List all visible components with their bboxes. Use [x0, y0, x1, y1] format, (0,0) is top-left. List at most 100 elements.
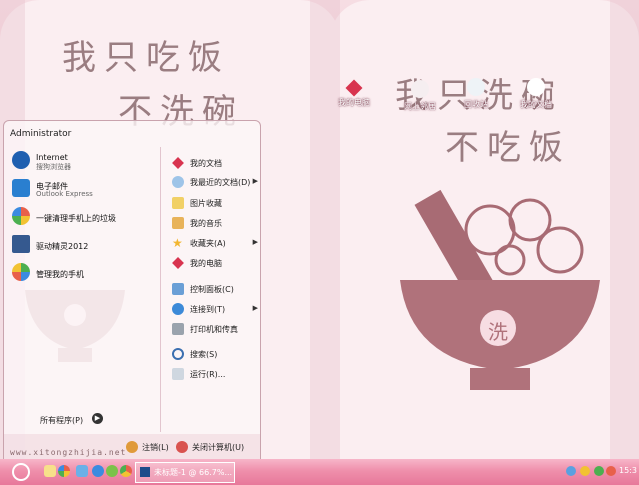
search-icon: [172, 348, 184, 360]
quicklaunch-app-icon[interactable]: [106, 465, 118, 477]
network-icon: [411, 80, 429, 98]
start-item-email[interactable]: 电子邮件 Outlook Express: [8, 175, 158, 201]
mail-icon: [12, 179, 30, 197]
quicklaunch-desktop-icon[interactable]: [76, 465, 88, 477]
desktop-icon-network[interactable]: 网上邻居: [398, 80, 442, 112]
start-button[interactable]: [0, 459, 40, 485]
wallpaper-fold: [310, 0, 340, 470]
pinwheel-icon: [12, 263, 30, 281]
places-control-panel[interactable]: 控制面板(C): [170, 281, 260, 299]
places-label: 我的音乐: [190, 219, 222, 228]
start-item-title: 一键清理手机上的垃圾: [36, 214, 116, 223]
desktop-icon-my-documents[interactable]: 我的文档: [514, 78, 558, 110]
quicklaunch-browser-icon[interactable]: [92, 465, 104, 477]
heart-icon: [172, 257, 184, 269]
globe-icon: [172, 303, 184, 315]
quicklaunch-pinwheel-icon[interactable]: [58, 465, 70, 477]
all-programs-button[interactable]: 所有程序(P): [40, 415, 83, 426]
heart-icon: [527, 78, 545, 96]
places-connect-to[interactable]: 连接到(T) ▶: [170, 301, 260, 319]
heart-icon: [345, 79, 363, 97]
start-ring-icon: [12, 463, 30, 481]
recycle-bin-icon: [467, 78, 485, 96]
system-tray: 15:3: [560, 459, 639, 485]
places-label: 我的文档: [190, 159, 222, 168]
places-my-documents[interactable]: 我的文档: [170, 155, 260, 173]
start-menu: Administrator Internet 搜狗浏览器 电子邮件 Outloo…: [3, 120, 261, 462]
start-menu-user: Administrator: [10, 129, 72, 139]
pinwheel-icon: [12, 207, 30, 225]
start-menu-pinned: Internet 搜狗浏览器 电子邮件 Outlook Express 一键清理…: [4, 147, 157, 432]
places-pictures[interactable]: 图片收藏: [170, 195, 260, 213]
logoff-label: 注销(L): [142, 443, 169, 452]
quicklaunch-folder-icon[interactable]: [44, 465, 56, 477]
start-item-phone-cleaner[interactable]: 一键清理手机上的垃圾: [8, 203, 158, 229]
places-favorites[interactable]: ★ 收藏夹(A) ▶: [170, 235, 260, 253]
places-label: 打印机和传真: [190, 325, 238, 334]
places-label: 我的电脑: [190, 259, 222, 268]
start-menu-divider: [160, 147, 161, 432]
wallpaper-text-left-1: 我只吃饭: [62, 38, 230, 78]
start-item-driver-genius[interactable]: 驱动精灵2012: [8, 231, 158, 257]
places-label: 收藏夹(A): [190, 239, 226, 248]
submenu-arrow-icon: ▶: [252, 238, 258, 246]
desktop-icon-my-computer[interactable]: 我的电脑: [332, 79, 376, 108]
start-item-subtitle: 搜狗浏览器: [36, 163, 71, 171]
clock[interactable]: 15:3: [619, 466, 637, 475]
music-icon: [172, 217, 184, 229]
pictures-icon: [172, 197, 184, 209]
desktop-icon-label: 网上邻居: [404, 102, 436, 111]
desktop: 我只吃饭 不洗碗 我只洗碗 不吃饭 洗 我的电脑 网上邻居 回收站 我的文档 A…: [0, 0, 639, 485]
submenu-arrow-icon: ▶: [252, 304, 258, 312]
control-panel-icon: [172, 283, 184, 295]
heart-icon: [172, 157, 184, 169]
quicklaunch-chrome-icon[interactable]: [120, 465, 132, 477]
desktop-icon-label: 回收站: [464, 100, 488, 109]
places-label: 图片收藏: [190, 199, 222, 208]
watermark: www.xitongzhijia.net: [10, 448, 127, 457]
star-icon: ★: [172, 236, 183, 250]
places-label: 连接到(T): [190, 305, 226, 314]
wallpaper-bowl-right: [400, 189, 600, 390]
places-recent-documents[interactable]: 我最近的文档(D) ▶: [170, 174, 260, 192]
places-printers[interactable]: 打印机和传真: [170, 321, 260, 339]
start-item-title: Internet: [36, 153, 68, 162]
arrow-right-icon[interactable]: ▶: [92, 413, 103, 424]
browser-icon: [12, 151, 30, 169]
shutdown-label: 关闭计算机(U): [192, 443, 245, 452]
places-search[interactable]: 搜索(S): [170, 346, 260, 364]
taskbar-window-button[interactable]: 未标题-1 @ 66.7%...: [135, 462, 235, 483]
start-item-subtitle: Outlook Express: [36, 190, 93, 198]
start-item-internet[interactable]: Internet 搜狗浏览器: [8, 147, 158, 173]
taskbar: 未标题-1 @ 66.7%... 15:3: [0, 459, 639, 485]
driver-icon: [12, 235, 30, 253]
tray-arrow-icon[interactable]: [566, 466, 576, 476]
submenu-arrow-icon: ▶: [252, 177, 258, 185]
places-run[interactable]: 运行(R)...: [170, 366, 260, 384]
places-my-computer[interactable]: 我的电脑: [170, 255, 260, 273]
desktop-icon-label: 我的电脑: [338, 98, 370, 107]
desktop-icon-recycle-bin[interactable]: 回收站: [454, 78, 498, 110]
start-item-manage-phone[interactable]: 管理我的手机: [8, 259, 158, 285]
places-music[interactable]: 我的音乐: [170, 215, 260, 233]
start-menu-places: 我的文档 我最近的文档(D) ▶ 图片收藏 我的音乐 ★ 收藏夹(A) ▶ 我的…: [164, 147, 260, 432]
tray-network-icon[interactable]: [594, 466, 604, 476]
start-item-title: 管理我的手机: [36, 270, 84, 279]
desktop-icon-label: 我的文档: [520, 100, 552, 109]
printer-icon: [172, 323, 184, 335]
logoff-icon: [126, 441, 138, 453]
wallpaper-text-right-2: 不吃饭: [445, 128, 571, 168]
places-label: 控制面板(C): [190, 285, 234, 294]
run-icon: [172, 368, 184, 380]
start-item-title: 驱动精灵2012: [36, 242, 89, 251]
clock-icon: [172, 176, 184, 188]
tray-sound-icon[interactable]: [580, 466, 590, 476]
places-label: 搜索(S): [190, 350, 218, 359]
photoshop-icon: [140, 467, 150, 477]
places-label: 运行(R)...: [190, 370, 226, 379]
taskbar-window-label: 未标题-1 @ 66.7%...: [154, 468, 233, 477]
wallpaper-bowl-char-right: 洗: [488, 320, 508, 344]
tray-app-icon[interactable]: [606, 466, 616, 476]
power-icon: [176, 441, 188, 453]
places-label: 我最近的文档(D): [190, 178, 251, 187]
